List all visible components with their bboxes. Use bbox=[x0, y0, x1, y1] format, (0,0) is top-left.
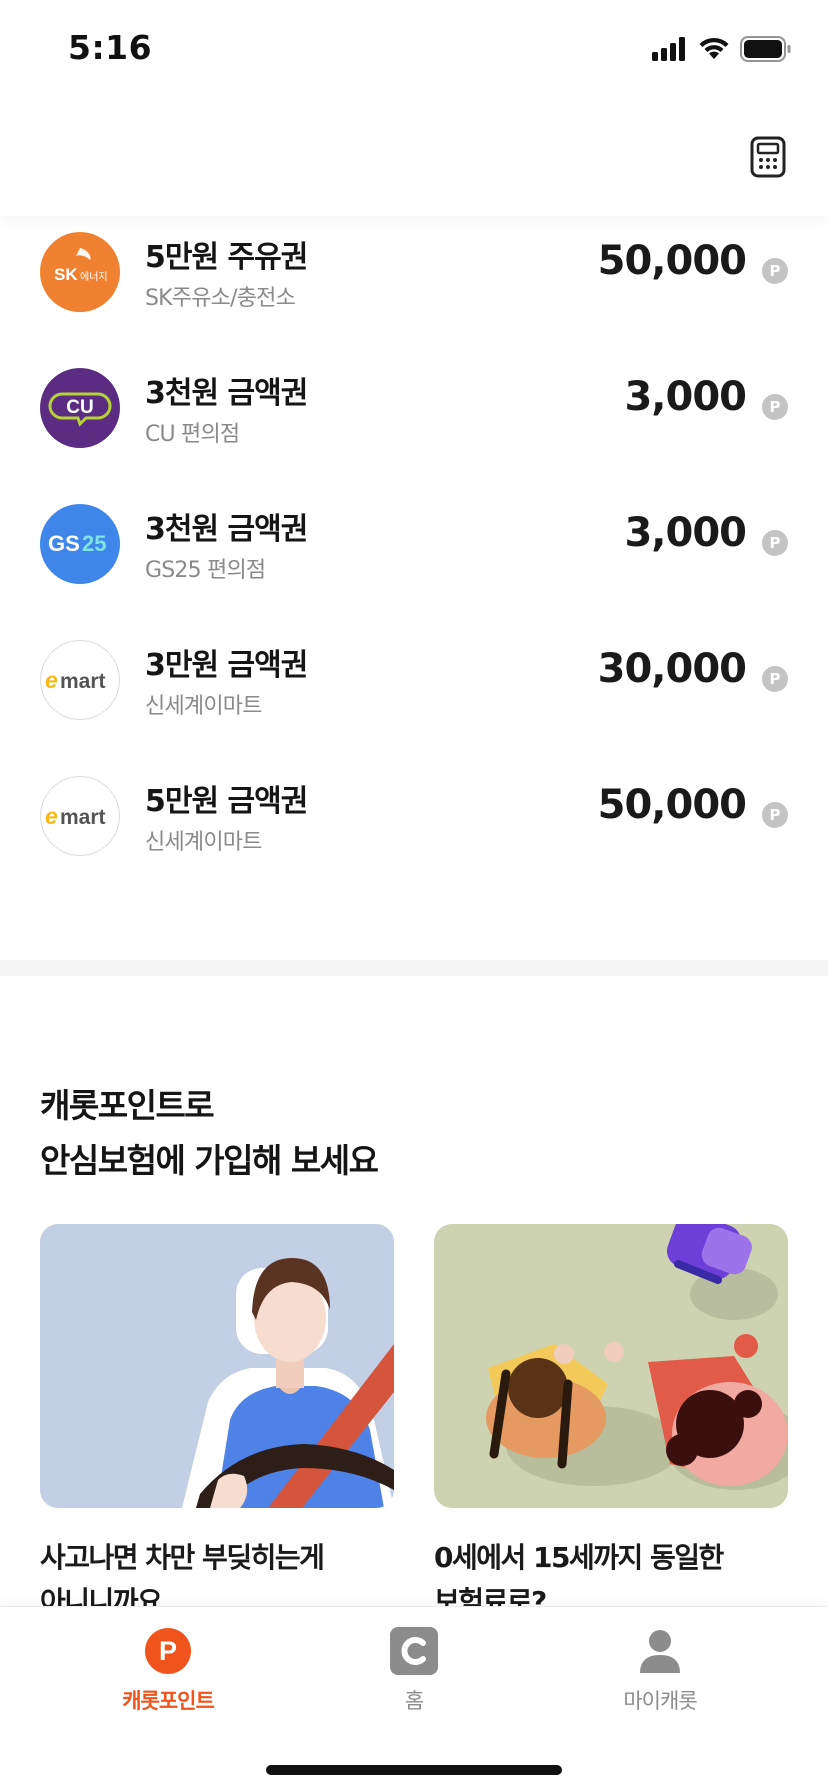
insurance-section-title: 캐롯포인트로 안심보험에 가입해 보세요 bbox=[40, 1078, 379, 1188]
bottom-tab-bar: P 캐롯포인트 홈 마이캐롯 bbox=[0, 1606, 828, 1792]
svg-text:mart: mart bbox=[60, 670, 106, 693]
svg-text:에너지: 에너지 bbox=[80, 271, 108, 283]
point-badge-icon: P bbox=[762, 802, 788, 828]
status-icons bbox=[652, 36, 792, 62]
emart-logo: e mart bbox=[40, 776, 120, 856]
tab-label: 마이캐롯 bbox=[623, 1689, 697, 1713]
svg-text:e: e bbox=[45, 667, 58, 693]
header bbox=[0, 100, 828, 216]
tab-label: 캐롯포인트 bbox=[122, 1689, 215, 1713]
coupon-store: 신세계이마트 bbox=[145, 694, 262, 719]
point-badge-icon: P bbox=[762, 666, 788, 692]
coupon-name: 5만원 금액권 bbox=[145, 784, 308, 819]
card-text-line-1: 사고나면 차만 부딪히는게 bbox=[40, 1541, 325, 1574]
coupon-row[interactable]: CU 3천원 금액권 CU 편의점 3,000 P bbox=[0, 350, 828, 486]
point-badge-icon: P bbox=[762, 530, 788, 556]
coupon-name: 3만원 금액권 bbox=[145, 648, 308, 683]
tab-carrot-point[interactable]: P 캐롯포인트 bbox=[68, 1627, 268, 1715]
coupon-store: CU 편의점 bbox=[145, 422, 240, 447]
point-badge-icon: P bbox=[762, 258, 788, 284]
coupon-store: SK주유소/충전소 bbox=[145, 286, 296, 311]
person-icon bbox=[636, 1627, 684, 1675]
insurance-card-kids[interactable]: 0세에서 15세까지 동일한 보험료로? bbox=[434, 1224, 788, 1606]
card-text-line-2: 보험료로? bbox=[434, 1585, 547, 1606]
coupon-row[interactable]: e mart 5만원 금액권 신세계이마트 50,000 P bbox=[0, 758, 828, 894]
driver-illustration bbox=[40, 1224, 394, 1508]
svg-text:e: e bbox=[45, 803, 58, 829]
calculator-button[interactable] bbox=[750, 136, 786, 178]
emart-logo: e mart bbox=[40, 640, 120, 720]
section-divider bbox=[0, 960, 828, 976]
sk-energy-logo: SK 에너지 bbox=[40, 232, 120, 312]
insurance-title-line-2: 안심보험에 가입해 보세요 bbox=[40, 1141, 379, 1180]
kids-illustration bbox=[434, 1224, 788, 1508]
insurance-card-text: 사고나면 차만 부딪히는게 아니니까요 bbox=[40, 1536, 394, 1606]
insurance-card-driver[interactable]: 사고나면 차만 부딪히는게 아니니까요 bbox=[40, 1224, 394, 1606]
cu-logo: CU bbox=[40, 368, 120, 448]
tab-label: 홈 bbox=[404, 1689, 424, 1713]
point-icon: P bbox=[144, 1627, 192, 1675]
battery-icon bbox=[740, 36, 791, 62]
coupon-row[interactable]: e mart 3만원 금액권 신세계이마트 30,000 P bbox=[0, 622, 828, 758]
coupon-store: 신세계이마트 bbox=[145, 830, 262, 855]
svg-text:mart: mart bbox=[60, 806, 106, 829]
wifi-icon bbox=[699, 37, 729, 59]
insurance-card-text: 0세에서 15세까지 동일한 보험료로? bbox=[434, 1536, 788, 1606]
main-content: SK 에너지 5만원 주유권 SK주유소/충전소 50,000 P CU 3천원… bbox=[0, 216, 828, 1606]
coupon-name: 3천원 금액권 bbox=[145, 376, 308, 411]
svg-text:P: P bbox=[159, 1636, 177, 1666]
tab-my-carrot[interactable]: 마이캐롯 bbox=[560, 1627, 760, 1715]
coupon-store: GS25 편의점 bbox=[145, 558, 266, 583]
coupon-row[interactable]: SK 에너지 5만원 주유권 SK주유소/충전소 50,000 P bbox=[0, 216, 828, 350]
coupon-price: 50,000 bbox=[597, 238, 747, 284]
coupon-name: 5만원 주유권 bbox=[145, 240, 308, 275]
svg-text:CU: CU bbox=[66, 397, 93, 418]
insurance-title-line-1: 캐롯포인트로 bbox=[40, 1086, 215, 1125]
coupon-price: 3,000 bbox=[624, 510, 747, 556]
coupon-price: 50,000 bbox=[597, 782, 747, 828]
calculator-icon bbox=[750, 136, 786, 178]
tab-home[interactable]: 홈 bbox=[314, 1627, 514, 1715]
coupon-price: 3,000 bbox=[624, 374, 747, 420]
status-time: 5:16 bbox=[68, 28, 153, 67]
sk-logo-text: SK bbox=[54, 265, 78, 284]
svg-text:GS: GS bbox=[48, 531, 80, 556]
card-text-line-2: 아니니까요 bbox=[40, 1585, 163, 1606]
coupon-price: 30,000 bbox=[597, 646, 747, 692]
gs25-logo: GS 25 bbox=[40, 504, 120, 584]
point-badge-icon: P bbox=[762, 394, 788, 420]
status-bar: 5:16 bbox=[0, 0, 828, 100]
home-indicator[interactable] bbox=[266, 1765, 562, 1775]
home-c-icon bbox=[390, 1627, 438, 1675]
coupon-row[interactable]: GS 25 3천원 금액권 GS25 편의점 3,000 P bbox=[0, 486, 828, 622]
svg-text:25: 25 bbox=[82, 531, 106, 556]
card-text-line-1: 0세에서 15세까지 동일한 bbox=[434, 1541, 724, 1574]
cellular-signal-icon bbox=[652, 37, 685, 61]
coupon-name: 3천원 금액권 bbox=[145, 512, 308, 547]
